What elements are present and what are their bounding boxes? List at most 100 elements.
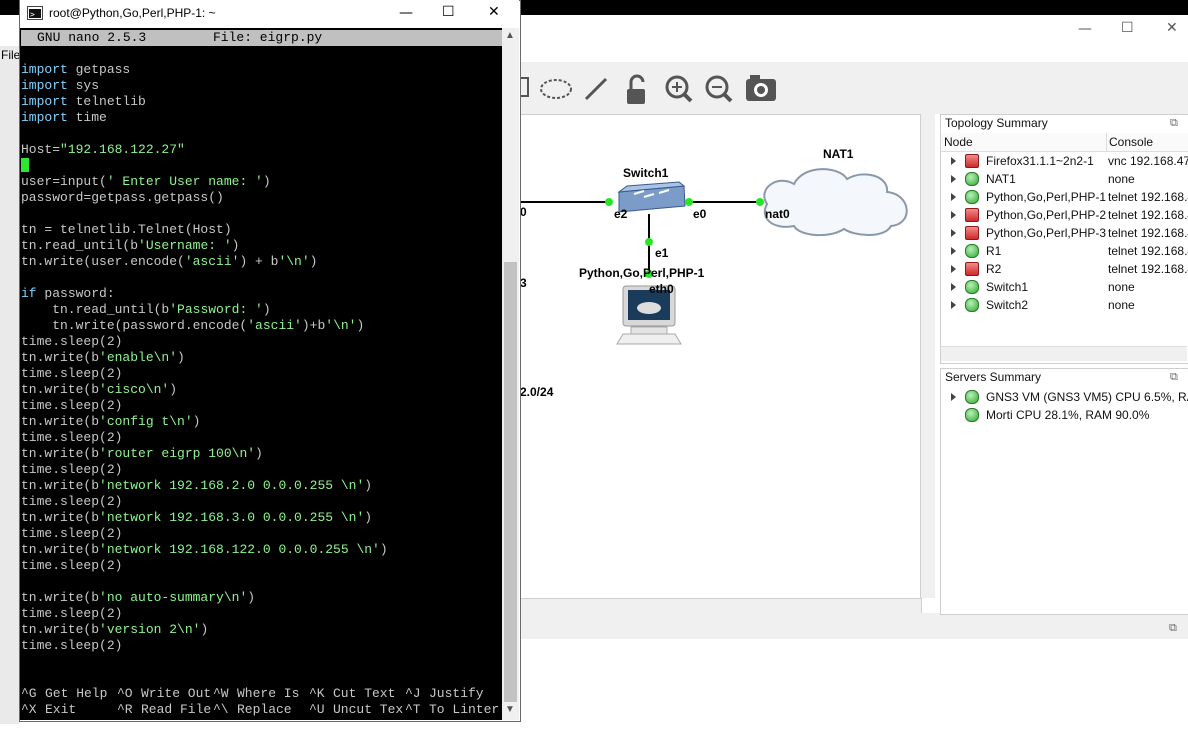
canvas-horizontal-scrollbar[interactable] xyxy=(519,598,922,614)
help-shortcut-label: Uncut Tex xyxy=(333,702,404,717)
code-token: time.sleep(2) xyxy=(21,398,123,413)
code-token: password: xyxy=(36,286,115,301)
close-icon[interactable]: ✕ xyxy=(1166,20,1178,36)
code-token: 'network 192.168.3.0 0.0.0.255 \n' xyxy=(99,510,365,525)
code-line: tn.read_until(b'Username: ') xyxy=(21,238,239,254)
server-row-vm[interactable]: GNS3 VM (GNS3 VM5) CPU 6.5%, RA... xyxy=(986,390,1188,404)
topology-row[interactable]: Python,Go,Perl,PHP-3 telnet 192.168.4 xyxy=(941,224,1188,242)
dock-float-icon[interactable]: ⧉ xyxy=(1169,622,1177,635)
switch-icon[interactable] xyxy=(617,181,686,213)
topology-row[interactable]: NAT1 none xyxy=(941,170,1188,188)
topology-horizontal-scrollbar[interactable] xyxy=(941,346,1187,361)
subnet-label: 2.0/24 xyxy=(520,385,554,399)
port-nat0-dot xyxy=(756,198,764,206)
server-status-icon xyxy=(965,408,979,422)
file-menu[interactable]: File xyxy=(1,48,20,62)
status-started-icon xyxy=(965,298,979,312)
zoom-out-icon[interactable] xyxy=(705,75,733,103)
code-line: time.sleep(2) xyxy=(21,398,122,414)
code-token: tn.write(user.encode( xyxy=(21,254,185,269)
terminal-title-bar: > root@Python,Go,Perl,PHP-1: ~ — ☐ ✕ xyxy=(20,0,519,28)
lock-icon[interactable] xyxy=(627,74,645,104)
scroll-down-icon[interactable]: ▼ xyxy=(505,704,515,715)
code-token: if xyxy=(21,286,37,301)
help-shortcut-key: ^K xyxy=(309,686,325,701)
node-name: NAT1 xyxy=(986,172,1016,186)
expand-arrow-icon[interactable] xyxy=(951,193,956,201)
code-line: time.sleep(2) xyxy=(21,462,122,478)
node-name: R1 xyxy=(986,244,1002,258)
rectangle-icon[interactable] xyxy=(519,77,529,97)
code-token: ) xyxy=(177,350,185,365)
code-token: ) xyxy=(255,446,263,461)
code-token: tn.write(b xyxy=(21,590,100,605)
topology-row[interactable]: Switch2 none xyxy=(941,296,1188,314)
code-line: tn.write(user.encode('ascii') + b'\n') xyxy=(21,254,317,270)
topology-row[interactable]: Python,Go,Perl,PHP-1 telnet 192.168.4 xyxy=(941,188,1188,206)
port-e0-label: e0 xyxy=(693,207,707,221)
expand-arrow-icon[interactable] xyxy=(951,247,956,255)
code-token: user=input( xyxy=(21,174,107,189)
ellipse-icon[interactable] xyxy=(540,79,572,99)
code-token: 'version 2\n' xyxy=(99,622,201,637)
code-token: time.sleep(2) xyxy=(21,558,123,573)
code-line: Host="192.168.122.27" xyxy=(21,142,185,158)
code-token: ) xyxy=(262,174,271,189)
scroll-up-icon[interactable]: ▲ xyxy=(505,30,515,41)
servers-float-icon[interactable]: ⧉ xyxy=(1170,371,1178,384)
code-line: tn.write(b'config t\n') xyxy=(21,414,200,430)
nano-help-bar: ^G Get Help ^O Write Out ^W Where Is ^K Cut Tex… xyxy=(21,686,502,718)
terminal-scrollbar[interactable]: ▲ ▼ xyxy=(502,28,519,720)
col-console[interactable]: Console xyxy=(1109,135,1153,149)
port-e0-dot xyxy=(685,198,693,206)
terminal-close-icon[interactable]: ✕ xyxy=(488,4,500,20)
code-token: ) xyxy=(200,622,209,637)
cloud-icon[interactable] xyxy=(763,168,908,237)
terminal-maximize-icon[interactable]: ☐ xyxy=(442,4,455,20)
topology-row[interactable]: Python,Go,Perl,PHP-2 telnet 192.168.4 xyxy=(941,206,1188,224)
minimize-icon[interactable]: — xyxy=(1078,21,1092,37)
code-token: telnetlib xyxy=(67,94,146,109)
topology-row[interactable]: R2 telnet 192.168.4 xyxy=(941,260,1188,278)
canvas-vertical-scrollbar[interactable] xyxy=(920,114,935,598)
terminal-minimize-icon[interactable]: — xyxy=(399,5,413,21)
help-shortcut-key: ^J xyxy=(405,686,421,701)
expand-arrow-icon[interactable] xyxy=(951,301,956,309)
status-stopped-icon xyxy=(965,226,979,240)
maximize-icon[interactable]: ☐ xyxy=(1121,20,1134,36)
help-shortcut-key: ^\ xyxy=(213,702,229,717)
code-token: tn.read_until(b xyxy=(21,302,170,317)
help-shortcut-key: ^O xyxy=(117,686,133,701)
code-line: time.sleep(2) xyxy=(21,558,122,574)
status-started-icon xyxy=(965,244,979,258)
topology-row[interactable]: R1 telnet 192.168.4 xyxy=(941,242,1188,260)
code-line: import telnetlib xyxy=(21,94,146,110)
expand-arrow-icon[interactable] xyxy=(951,393,956,401)
expand-arrow-icon[interactable] xyxy=(951,211,956,219)
node-name: Switch1 xyxy=(986,280,1029,294)
panel-float-icon[interactable]: ⧉ xyxy=(1170,117,1178,130)
expand-arrow-icon[interactable] xyxy=(951,265,956,273)
col-node[interactable]: Node xyxy=(944,135,973,149)
zoom-in-icon[interactable] xyxy=(665,75,693,103)
code-token: 'network 192.168.2.0 0.0.0.255 \n' xyxy=(99,478,365,493)
code-line: tn.write(password.encode('ascii')+b'\n') xyxy=(21,318,364,334)
expand-arrow-icon[interactable] xyxy=(951,157,956,165)
terminal-scroll-thumb[interactable] xyxy=(504,262,517,702)
expand-arrow-icon[interactable] xyxy=(951,283,956,291)
code-line: tn.write(b'network 192.168.2.0 0.0.0.255… xyxy=(21,478,372,494)
expand-arrow-icon[interactable] xyxy=(951,175,956,183)
port-e2-dot xyxy=(605,198,613,206)
topology-row[interactable]: Firefox31.1.1~2n2-1 vnc 192.168.47. xyxy=(941,152,1188,170)
code-token: ) + b xyxy=(239,254,279,269)
screenshot-icon[interactable] xyxy=(746,75,776,101)
expand-arrow-icon[interactable] xyxy=(951,229,956,237)
server-row-local[interactable]: Morti CPU 28.1%, RAM 90.0% xyxy=(986,408,1149,422)
line-icon[interactable] xyxy=(584,77,608,101)
code-line: tn.write(b'no auto-summary\n') xyxy=(21,590,255,606)
code-token: time.sleep(2) xyxy=(21,494,123,509)
topology-row[interactable]: Switch1 none xyxy=(941,278,1188,296)
code-line: tn.read_until(b'Password: ') xyxy=(21,302,270,318)
code-token: tn.write(b xyxy=(21,350,100,365)
code-token: 'cisco\n' xyxy=(99,382,170,397)
